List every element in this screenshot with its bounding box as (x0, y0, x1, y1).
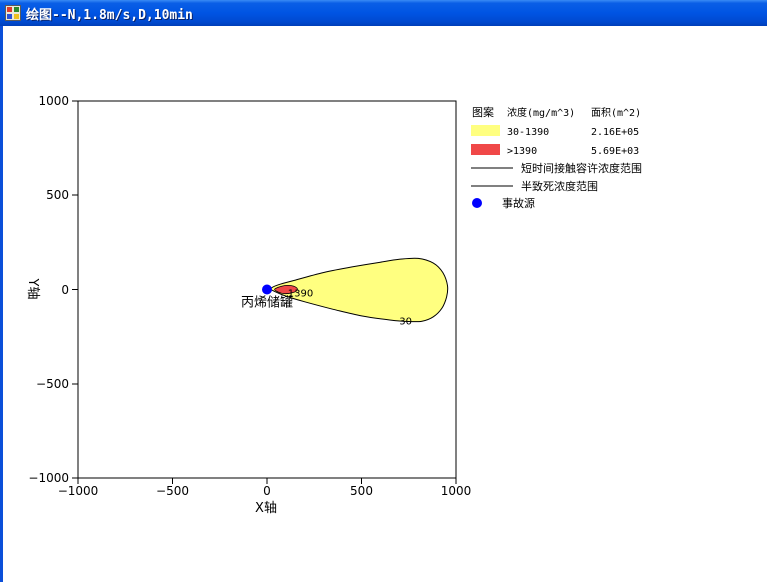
legend-entry-concentration: >1390 (507, 146, 537, 157)
legend-swatch-over-1390 (471, 144, 500, 155)
x-axis-title: X轴 (255, 501, 277, 516)
legend-header-pattern: 图案 (472, 105, 494, 119)
legend-entry-area: 2.16E+05 (591, 127, 639, 138)
x-axis: −1000 −500 0 500 1000 (58, 478, 472, 498)
legend-entry-area: 5.69E+03 (591, 146, 639, 157)
accident-source-label: 丙烯储罐 (241, 296, 293, 311)
x-tick-label: 1000 (441, 484, 472, 498)
legend-line-label: 短时间接触容许浓度范围 (521, 161, 642, 175)
y-tick-label: −500 (36, 377, 69, 391)
y-tick-label: 0 (61, 283, 69, 297)
x-tick-label: −500 (156, 484, 189, 498)
x-tick-label: 500 (350, 484, 373, 498)
legend-marker-label: 事故源 (502, 196, 535, 210)
y-tick-label: 500 (46, 188, 69, 202)
legend-swatch-30-1390 (471, 125, 500, 136)
legend-line-label: 半致死浓度范围 (521, 179, 598, 193)
legend-entry-concentration: 30-1390 (507, 127, 549, 138)
accident-source-marker (262, 284, 272, 295)
legend-header-concentration: 浓度(mg/m^3) (507, 106, 575, 119)
plot-canvas: 30 1390 丙烯储罐 X轴 Y轴 −1000 −500 0 500 1000… (25, 94, 642, 516)
legend-header-area: 面积(m^2) (591, 107, 641, 119)
y-tick-label: −1000 (28, 471, 69, 485)
legend-source-marker (472, 198, 482, 208)
y-axis-title: Y轴 (25, 278, 40, 300)
contour-label-30: 30 (399, 317, 412, 328)
x-tick-label: −1000 (58, 484, 99, 498)
y-tick-label: 1000 (38, 94, 69, 108)
legend: 图案 浓度(mg/m^3) 面积(m^2) 30-1390 2.16E+05 >… (471, 105, 642, 210)
x-tick-label: 0 (263, 484, 271, 498)
